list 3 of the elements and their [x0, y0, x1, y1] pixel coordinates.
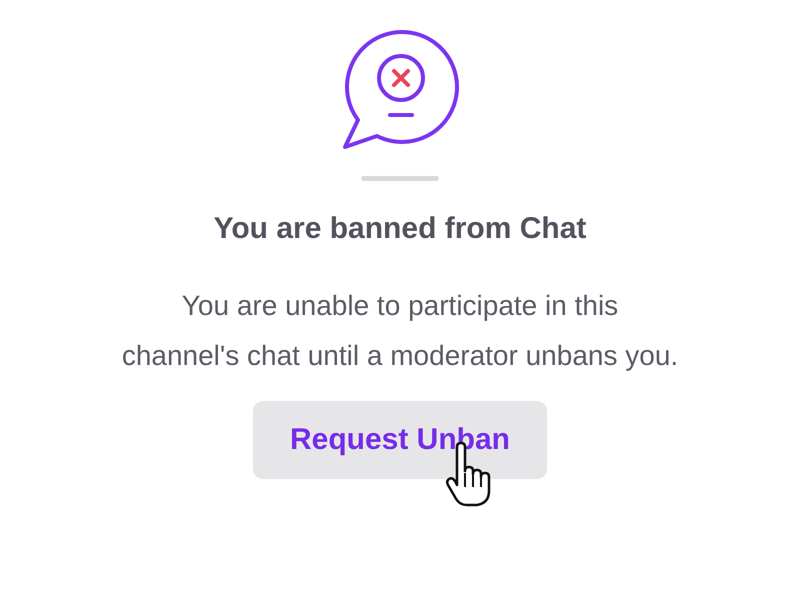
request-unban-button[interactable]: Request Unban: [253, 401, 547, 479]
ban-title: You are banned from Chat: [214, 211, 586, 247]
ban-message: You are unable to participate in this channel's chat until a moderator unbans you.: [120, 289, 680, 373]
